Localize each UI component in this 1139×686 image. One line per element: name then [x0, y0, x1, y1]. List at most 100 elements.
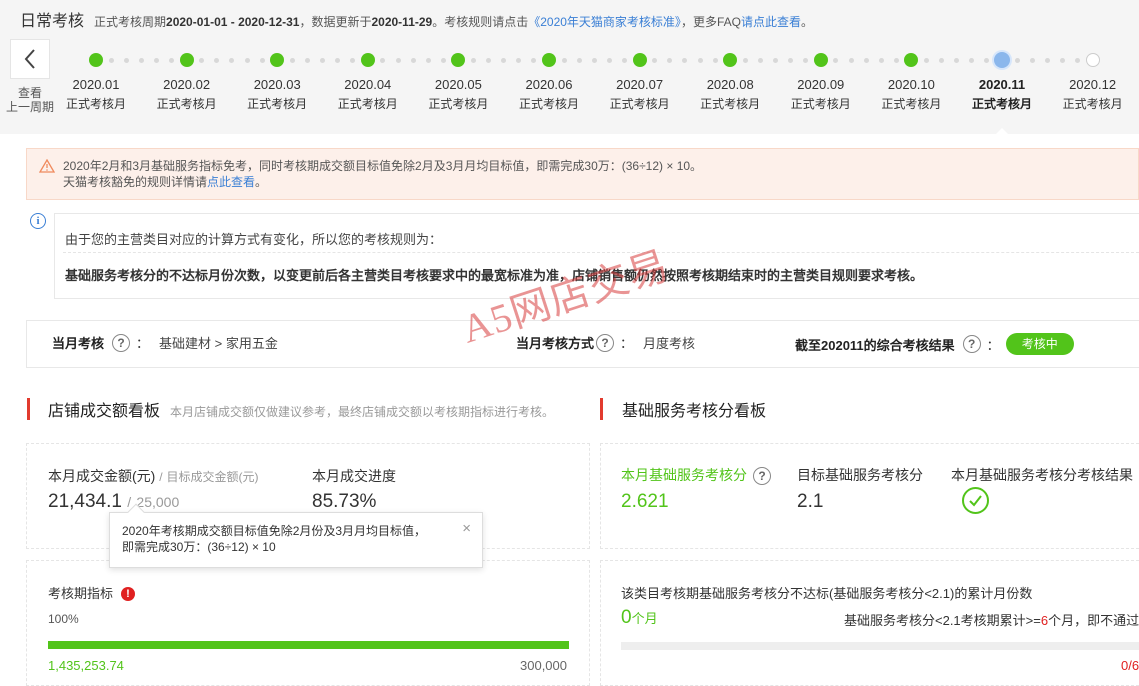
help-icon[interactable]: ?	[962, 335, 981, 353]
timeline-month-2020.05[interactable]: 2020.05 正式考核月	[413, 77, 503, 112]
timeline-step-dot	[320, 58, 325, 63]
timeline-step-dot	[425, 58, 431, 63]
faq-link[interactable]: 请点此查看	[741, 15, 801, 29]
timeline-month-2020.06[interactable]: 2020.06 正式考核月	[504, 77, 594, 112]
rule-standard-link[interactable]: 《2020年天猫商家考核标准》	[528, 15, 681, 29]
current-month-label: 当月考核	[52, 336, 105, 351]
help-icon[interactable]: ?	[596, 333, 615, 352]
close-icon[interactable]: ×	[462, 521, 471, 537]
assessment-method: 当月考核方式 ? ： 月度考核	[516, 333, 695, 352]
period-indicator-label: 考核期指标!	[48, 583, 136, 602]
period-range: 2020-01-01 - 2020-12-31	[166, 15, 300, 29]
timeline-step-dot	[863, 58, 869, 63]
timeline-month-2020.02[interactable]: 2020.02 正式考核月	[142, 77, 232, 112]
progress-label: 本月成交进度	[312, 468, 396, 484]
timeline-dot-2020.08[interactable]	[723, 53, 738, 67]
page-title: 日常考核	[20, 13, 85, 30]
tooltip-line1: 2020年考核期成交额目标值免除2月份及3月月均目标值，	[122, 524, 427, 538]
month-status: 正式考核月	[1062, 97, 1123, 111]
cumulative-count: 0	[621, 607, 632, 628]
timeline-step-dot	[471, 58, 476, 63]
month-status: 正式考核月	[790, 97, 851, 111]
target-score-label: 目标基础服务考核分	[797, 467, 923, 483]
help-icon[interactable]: ?	[753, 467, 771, 485]
timeline-dot-2020.05[interactable]	[451, 53, 466, 67]
timeline-step-dot	[199, 58, 205, 63]
timeline-step-dot	[395, 58, 401, 63]
timeline-step-dot	[712, 58, 718, 63]
target-amount-label: 目标成交金额(元)	[166, 470, 259, 484]
timeline-step-dot	[576, 58, 582, 63]
warning-line1: 2020年2月和3月基础服务指标免考，同时考核期成交额目标值免除2月及3月月均目…	[63, 159, 703, 173]
timeline-step-dot	[304, 58, 310, 63]
timeline-step-dot	[169, 58, 174, 63]
timeline-dot-2020.11[interactable]	[994, 52, 1010, 68]
timeline-month-2020.04[interactable]: 2020.04 正式考核月	[323, 77, 413, 112]
timeline-dot-2020.02[interactable]	[179, 53, 194, 67]
timeline-month-2020.12[interactable]: 2020.12 正式考核月	[1048, 77, 1138, 112]
timeline-step-dot	[440, 58, 446, 63]
timeline-dot-2020.12[interactable]	[1085, 53, 1100, 67]
timeline-step-dot	[214, 58, 220, 63]
month-label: 2020.10	[887, 77, 935, 92]
timeline-dot-2020.04[interactable]	[360, 53, 375, 67]
method-value: 月度考核	[643, 336, 696, 351]
timeline-step-dot	[924, 58, 929, 63]
exemption-details-link[interactable]: 点此查看	[207, 175, 255, 189]
cumulative-progress-bar	[621, 642, 1139, 650]
period-target: 300,000	[520, 658, 567, 673]
colon: ：	[620, 336, 634, 351]
timeline-dot-2020.03[interactable]	[270, 53, 285, 67]
tooltip-line2: 即需完成30万：(36÷12) × 10	[122, 540, 276, 554]
timeline-month-2020.01[interactable]: 2020.01 正式考核月	[51, 77, 141, 112]
score-label: 本月基础服务考核分?	[621, 465, 777, 485]
timeline-step-dot	[984, 58, 990, 63]
timeline-step-dot	[516, 58, 522, 63]
timeline-step-dot	[486, 58, 492, 63]
method-label: 当月考核方式	[516, 336, 595, 351]
rule-prefix: 。考核规则请点击	[432, 15, 529, 29]
month-status: 正式考核月	[700, 97, 761, 111]
timeline-step-dot	[1075, 58, 1080, 63]
score-value: 2.621	[621, 491, 669, 512]
timeline-dot-2020.09[interactable]	[813, 53, 828, 67]
month-status: 正式考核月	[156, 97, 217, 111]
timeline-dot-2020.07[interactable]	[632, 53, 647, 67]
check-circle-icon	[962, 487, 989, 514]
timeline-dot-2020.01[interactable]	[89, 53, 103, 67]
alert-icon[interactable]: !	[121, 587, 136, 601]
timeline-step-dot	[606, 58, 612, 63]
update-prefix: ，数据更新于	[299, 15, 372, 29]
timeline-month-2020.07[interactable]: 2020.07 正式考核月	[595, 77, 685, 112]
timeline-dot-2020.06[interactable]	[542, 53, 556, 67]
timeline-step-dot	[742, 58, 748, 63]
timeline-month-2020.09[interactable]: 2020.09 正式考核月	[776, 77, 866, 112]
timeline-step-dot	[561, 58, 567, 63]
month-label: 2020.11	[978, 77, 1026, 92]
exemption-warning: 2020年2月和3月基础服务指标免考，同时考核期成交额目标值免除2月及3月月均目…	[26, 148, 1139, 200]
timeline-month-2020.10[interactable]: 2020.10 正式考核月	[866, 77, 956, 112]
timeline-month-2020.03[interactable]: 2020.03 正式考核月	[232, 77, 322, 112]
month-status: 正式考核月	[65, 97, 126, 111]
timeline-step-dot	[682, 58, 688, 63]
timeline-month-2020.08[interactable]: 2020.08 正式考核月	[685, 77, 775, 112]
fail-rule-count: 6	[1040, 613, 1049, 628]
timeline-step-dot	[380, 58, 386, 63]
timeline-step-dot	[123, 58, 129, 63]
timeline-step-dot	[622, 58, 627, 63]
fail-rule-prefix: 基础服务考核分<2.1考核期累计>=	[844, 613, 1041, 628]
timeline-step-dot	[773, 58, 778, 63]
info-icon: i	[30, 213, 46, 229]
status-badge: 考核中	[1005, 333, 1074, 355]
timeline-month-2020.11[interactable]: 2020.11 正式考核月	[957, 77, 1047, 112]
timeline-step-dot	[893, 58, 899, 63]
month-status: 正式考核月	[337, 97, 398, 111]
rule-divider	[63, 252, 1139, 253]
period-info: 正式考核周期2020-01-01 - 2020-12-31，数据更新于2020-…	[94, 13, 813, 30]
timeline-step-dot	[833, 58, 839, 63]
timeline-dot-2020.10[interactable]	[904, 53, 919, 67]
period-progress-fill	[48, 641, 569, 649]
help-icon[interactable]: ?	[112, 333, 131, 352]
period-prefix: 正式考核周期	[94, 15, 167, 29]
target-tooltip: 2020年考核期成交额目标值免除2月份及3月月均目标值， 即需完成30万：(36…	[109, 503, 483, 568]
